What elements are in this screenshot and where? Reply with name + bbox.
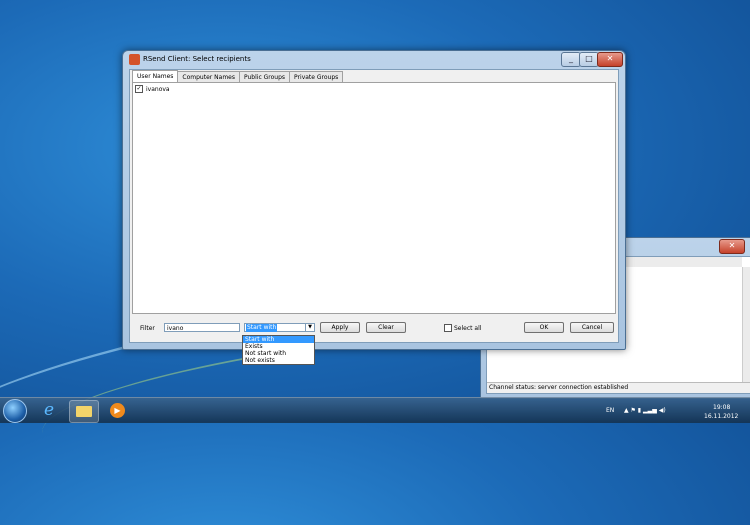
internet-explorer-icon[interactable]: e [35, 400, 63, 421]
close-button[interactable]: ✕ [597, 52, 623, 67]
status-window-scrollbar[interactable] [742, 267, 750, 383]
list-item-checkbox[interactable]: ✓ [135, 85, 143, 93]
title-bar[interactable]: RSend Client: Select recipients _ □ ✕ [123, 51, 625, 69]
minimize-button[interactable]: _ [561, 52, 581, 67]
select-all-label: Select all [454, 325, 482, 332]
apply-button[interactable]: Apply [320, 322, 360, 333]
taskbar: e ▶ EN ▲ ⚑ ▮ ▂▃▅ ◀) [0, 397, 750, 423]
window-client: User Names Computer Names Public Groups … [129, 69, 619, 343]
dropdown-option-start-with[interactable]: Start with [243, 336, 314, 343]
dropdown-option-not-exists[interactable]: Not exists [243, 357, 314, 364]
chevron-down-icon[interactable]: ▼ [305, 324, 314, 331]
dropdown-option-exists[interactable]: Exists [243, 343, 314, 350]
tray-icons[interactable]: ▲ ⚑ ▮ ▂▃▅ ◀) [624, 407, 666, 414]
filter-input[interactable]: ivano [164, 323, 240, 332]
clock-time[interactable]: 19:08 [713, 404, 730, 411]
explorer-folder-icon[interactable] [69, 400, 99, 423]
select-recipients-window: RSend Client: Select recipients _ □ ✕ Us… [122, 50, 626, 350]
language-indicator[interactable]: EN [606, 407, 614, 414]
match-mode-combo[interactable]: Start with ▼ [244, 323, 315, 332]
filter-bar: Filter ivano Start with ▼ Apply Clear Se… [132, 314, 616, 344]
match-mode-value: Start with [246, 324, 278, 332]
cancel-button[interactable]: Cancel [570, 322, 614, 333]
match-mode-dropdown: Start with Exists Not start with Not exi… [242, 335, 315, 365]
list-item-label: ivanova [146, 85, 170, 93]
channel-status-text: Channel status: server connection establ… [487, 382, 750, 393]
maximize-button[interactable]: □ [579, 52, 599, 67]
user-list[interactable]: ✓ ivanova [132, 82, 616, 314]
clear-button[interactable]: Clear [366, 322, 406, 333]
folder-icon [76, 406, 92, 417]
media-player-icon[interactable]: ▶ [104, 400, 132, 421]
start-button[interactable] [3, 399, 27, 423]
list-item[interactable]: ✓ ivanova [135, 85, 170, 93]
status-window-close-button[interactable]: ✕ [719, 239, 745, 254]
filter-label: Filter [140, 325, 155, 332]
dropdown-option-not-start-with[interactable]: Not start with [243, 350, 314, 357]
ok-button[interactable]: OK [524, 322, 564, 333]
select-all-checkbox[interactable] [444, 324, 452, 332]
clock-date[interactable]: 16.11.2012 [704, 413, 738, 420]
app-icon [129, 54, 140, 65]
window-title: RSend Client: Select recipients [143, 55, 251, 63]
play-icon: ▶ [110, 403, 125, 418]
